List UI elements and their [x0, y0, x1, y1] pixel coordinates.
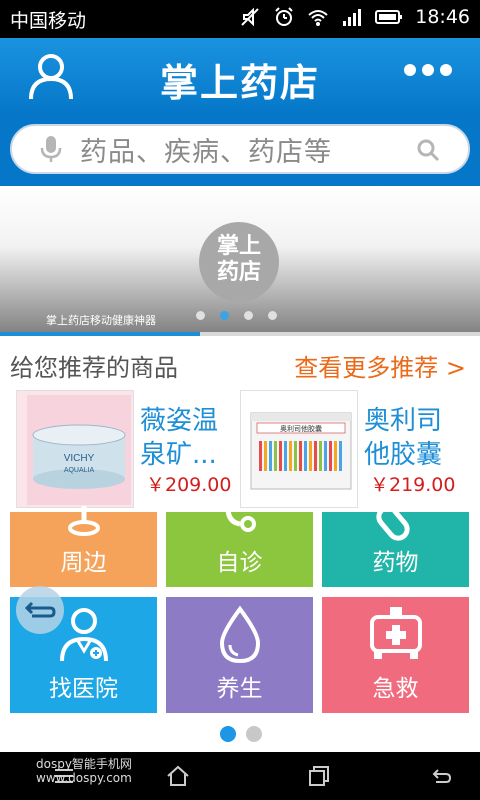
tile-label: 药物 [372, 550, 419, 576]
product-image: 奥利司他胶囊 [240, 390, 358, 508]
banner-logo: 掌上 药店 [199, 222, 279, 302]
tile-nearby[interactable]: 周边 [10, 506, 157, 587]
tile-label: 自诊 [216, 550, 263, 576]
banner-dot [244, 311, 253, 320]
banner-dot [196, 311, 205, 320]
banner-dot-active [220, 311, 229, 320]
tile-medicine[interactable]: 药物 [322, 505, 469, 587]
banner-logo-line2: 药店 [216, 260, 261, 285]
water-drop-icon [219, 605, 260, 664]
signal-icon [341, 6, 363, 28]
watermark-line2: www.dospy.com [36, 771, 132, 785]
alarm-icon [273, 6, 295, 28]
search-input[interactable]: 药品、疾病、药店等 [10, 124, 470, 174]
tile-first-aid[interactable]: 急救 [322, 597, 469, 713]
more-options-button[interactable] [404, 64, 452, 76]
tile-self-diagnosis[interactable]: 自诊 [166, 507, 313, 587]
recommend-title: 给您推荐的商品 [10, 354, 178, 382]
carrier-name: 中国移动 [10, 10, 87, 32]
product-name: 薇姿温泉矿... [140, 406, 219, 470]
ambulance-icon [369, 607, 422, 659]
page-dot [246, 726, 262, 742]
banner-dot [268, 311, 277, 320]
product-image: VICHY AQUALIA [16, 390, 134, 508]
watermark: dospy智能手机网 www.dospy.com [36, 757, 132, 785]
app-header: 掌上药店 [0, 38, 480, 114]
tile-label: 找医院 [49, 676, 118, 702]
product-name: 奥利司他胶囊 [364, 406, 443, 470]
status-time: 18:46 [415, 6, 470, 28]
see-more-link[interactable]: 查看更多推荐 > [294, 348, 466, 383]
banner-caption: 掌上药店移动健康神器 [46, 314, 156, 327]
app-title: 掌上药店 [159, 61, 320, 105]
recent-apps-icon[interactable] [306, 764, 330, 788]
tile-label: 急救 [372, 676, 419, 702]
banner-logo-line1: 掌上 [216, 234, 261, 259]
battery-icon [375, 6, 403, 28]
svg-text:奥利司他胶囊: 奥利司他胶囊 [280, 424, 322, 433]
promo-banner[interactable]: 掌上 药店 掌上药店移动健康神器 [0, 186, 480, 336]
product-price: ￥219.00 [370, 474, 456, 496]
home-icon[interactable] [166, 764, 190, 788]
mute-icon [239, 6, 261, 28]
banner-progress [0, 332, 480, 336]
tile-label: 养生 [216, 676, 263, 702]
product-card[interactable]: VICHY AQUALIA 薇姿温泉矿... ￥209.00 [10, 390, 232, 510]
svg-text:VICHY: VICHY [64, 453, 95, 464]
tile-label: 周边 [60, 550, 107, 576]
wifi-icon [307, 6, 329, 28]
svg-text:AQUALIA: AQUALIA [64, 467, 95, 474]
product-card[interactable]: 奥利司他胶囊 奥利司他胶囊 ￥219.00 [234, 390, 456, 510]
back-arrow-icon [24, 601, 56, 618]
back-icon[interactable] [428, 764, 452, 788]
status-bar: 中国移动 18:46 [0, 0, 480, 38]
more-dot-icon [404, 64, 416, 76]
watermark-line1: dospy智能手机网 [36, 757, 132, 771]
tile-health-care[interactable]: 养生 [166, 597, 313, 713]
search-bar: 药品、疾病、药店等 [0, 114, 480, 186]
page-indicator [220, 726, 262, 742]
microphone-icon[interactable] [36, 134, 66, 164]
floating-back-button[interactable] [16, 586, 64, 634]
product-price: ￥209.00 [146, 474, 232, 496]
more-dot-icon [440, 64, 452, 76]
search-icon[interactable] [416, 138, 440, 162]
more-dot-icon [422, 64, 434, 76]
search-placeholder: 药品、疾病、药店等 [80, 136, 332, 168]
banner-indicator [196, 311, 277, 320]
page-dot-active [220, 726, 236, 742]
